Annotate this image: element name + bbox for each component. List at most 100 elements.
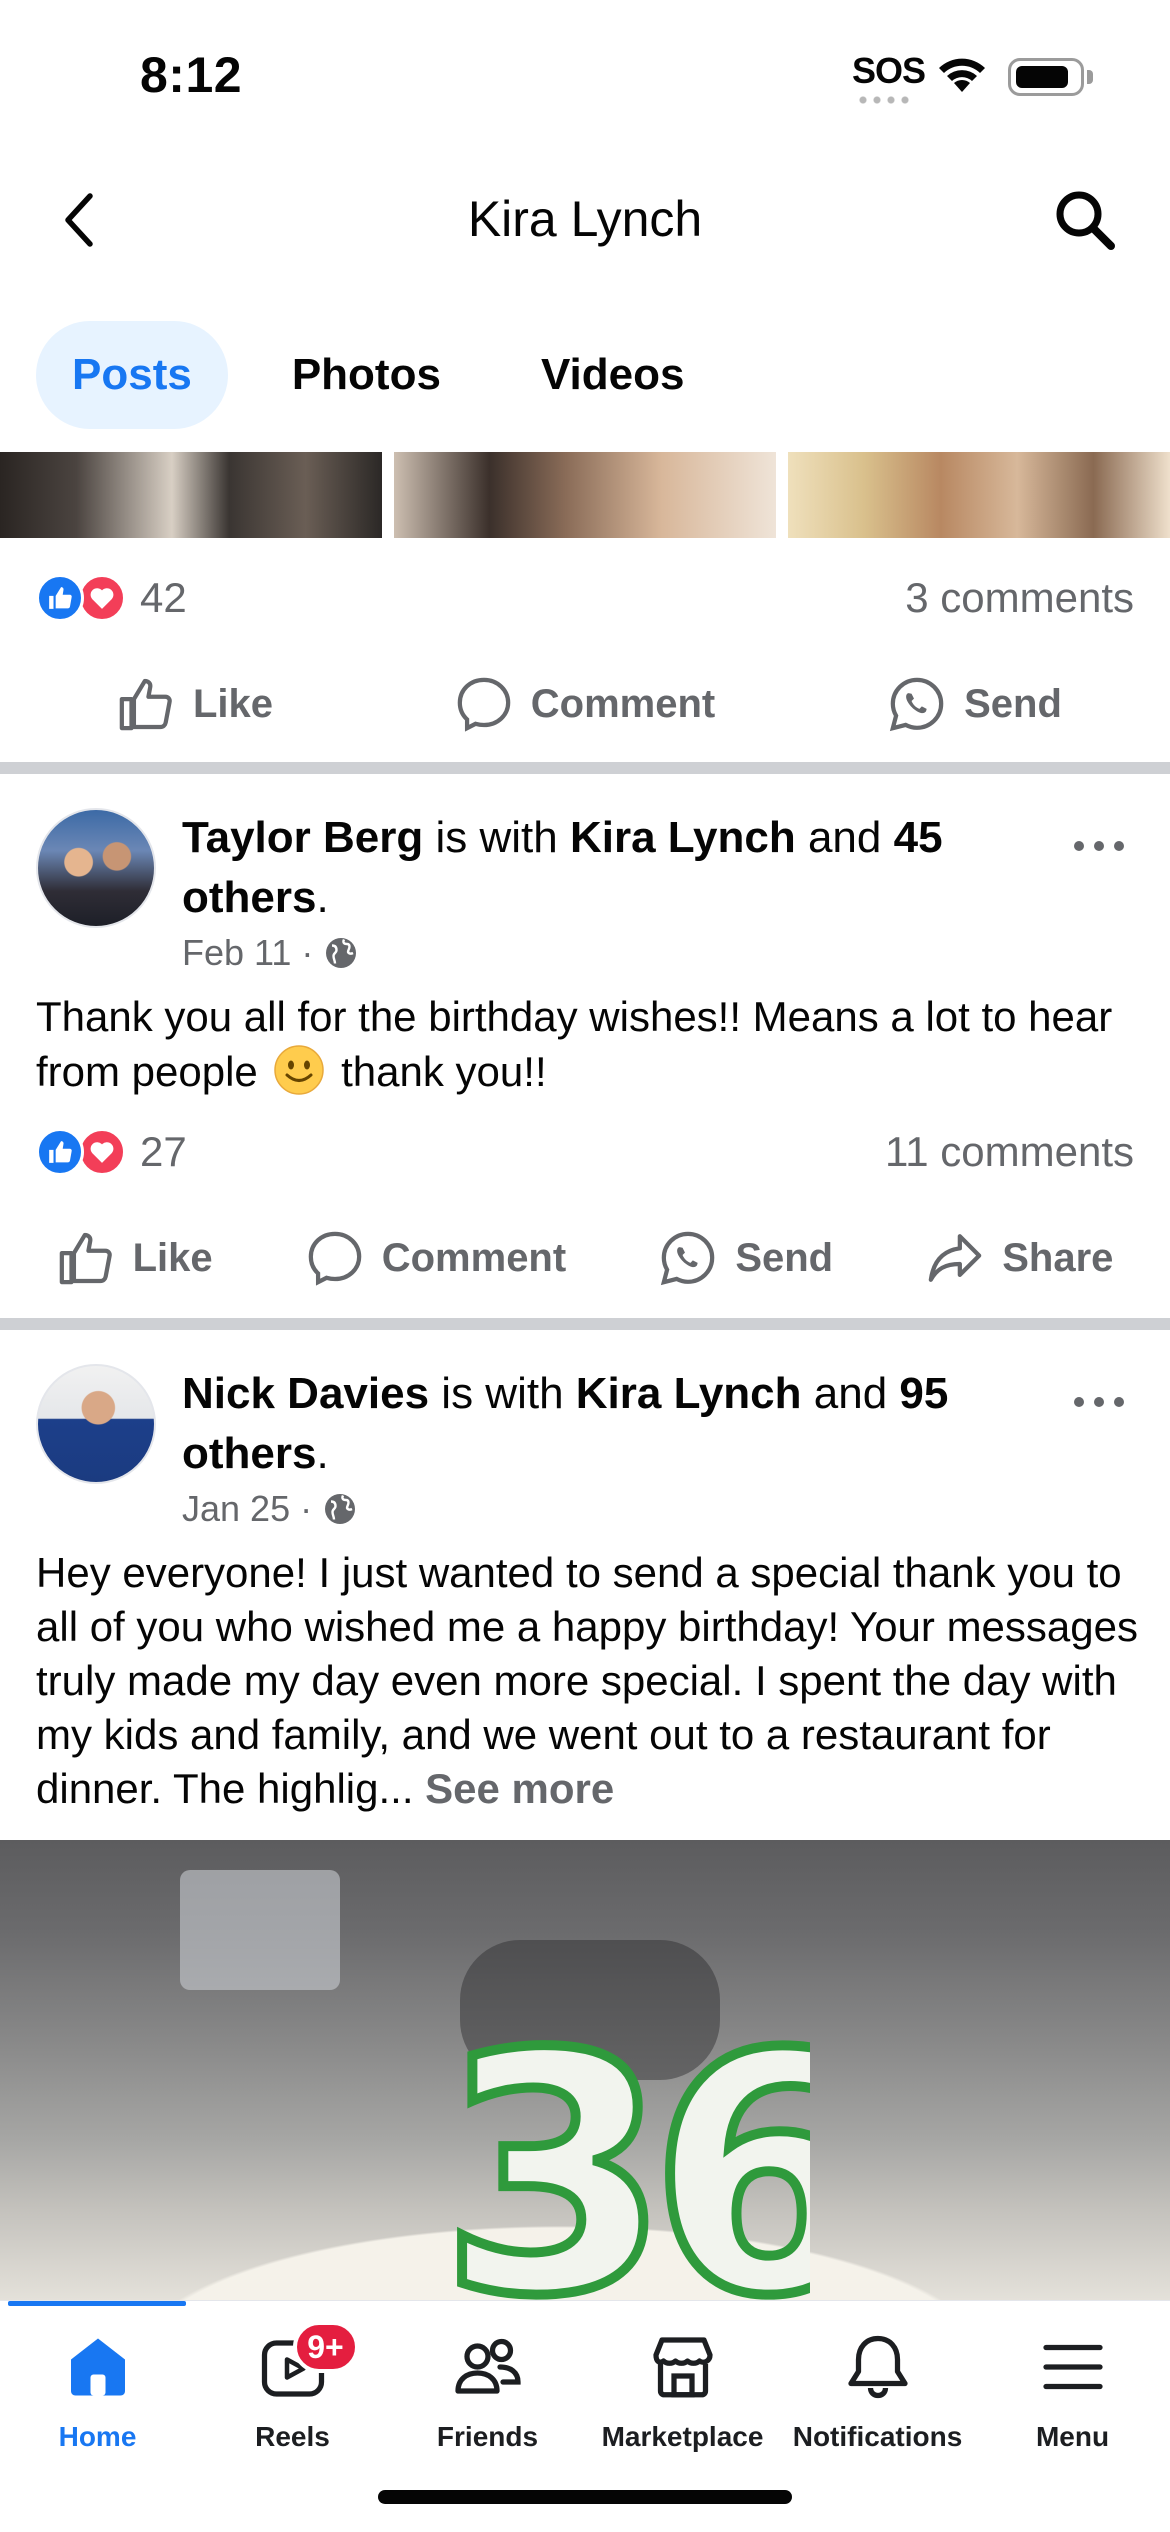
more-icon (1074, 1397, 1124, 1407)
globe-icon (325, 1494, 356, 1524)
love-reaction-icon (78, 1128, 126, 1176)
background-window (180, 1870, 340, 1990)
tab-posts[interactable]: Posts (36, 321, 228, 429)
post-photo[interactable] (788, 452, 1170, 538)
post-date[interactable]: Jan 25 (182, 1488, 290, 1530)
avatar[interactable] (36, 808, 156, 928)
with-text: is with (423, 813, 570, 862)
like-label: Like (192, 681, 274, 726)
and-text: and (801, 1369, 900, 1418)
home-indicator (378, 2490, 792, 2504)
comment-button[interactable]: Comment (390, 675, 780, 733)
post-stats: 27 11 comments (36, 1122, 1134, 1182)
post-date-row: Jan 25 · (182, 1488, 1062, 1530)
profile-tabs: Posts Photos Videos (36, 320, 748, 430)
post-actions: Like Comment Send (0, 654, 1170, 754)
separator-dot: · (301, 932, 314, 973)
post-meta: Taylor Berg is with Kira Lynch and 45 ot… (182, 808, 1062, 974)
like-reaction-icon (36, 574, 84, 622)
smiley-emoji-icon (274, 1045, 325, 1095)
tabbar-label: Home (58, 2421, 137, 2452)
comment-button[interactable]: Comment (306, 1229, 566, 1287)
post-photo[interactable] (394, 452, 776, 538)
tab-photos[interactable]: Photos (256, 321, 477, 429)
number-candles: 36 (435, 2010, 810, 2300)
notification-badge: 9+ (292, 2321, 359, 2373)
tabbar-notifications[interactable]: Notifications (780, 2327, 975, 2477)
tabbar-reels[interactable]: 9+ Reels (195, 2321, 390, 2477)
post-photo-strip (0, 452, 1170, 538)
signal-dots-icon (856, 96, 912, 104)
reactions-summary[interactable]: 42 (36, 574, 187, 622)
tabbar-label: Marketplace (601, 2421, 764, 2452)
tabbar-home[interactable]: Home (0, 2327, 195, 2477)
tabbar-menu[interactable]: Menu (975, 2327, 1170, 2477)
feed-divider (0, 762, 1170, 774)
avatar[interactable] (36, 1364, 156, 1484)
tabbar-marketplace[interactable]: Marketplace (585, 2327, 780, 2477)
send-label: Send (735, 1235, 834, 1280)
tabbar-label: Notifications (792, 2421, 963, 2452)
home-icon (70, 2338, 125, 2396)
love-reaction-icon (78, 574, 126, 622)
send-button[interactable]: Send (780, 675, 1170, 733)
whatsapp-icon (661, 1231, 715, 1286)
more-icon (1074, 841, 1124, 851)
tagged-name[interactable]: Kira Lynch (570, 813, 796, 862)
active-tab-indicator (8, 2301, 186, 2306)
reactions-summary[interactable]: 27 (36, 1128, 187, 1176)
profile-posts-screen: 8:12 SOS Kira Lynch Posts Photos Videos (0, 0, 1170, 2532)
comments-count[interactable]: 3 comments (905, 574, 1134, 622)
share-button[interactable]: Share (926, 1229, 1113, 1287)
tagged-name[interactable]: Kira Lynch (576, 1369, 802, 1418)
post-header: Nick Davies is with Kira Lynch and 95 ot… (36, 1364, 1134, 1534)
status-time: 8:12 (140, 47, 243, 103)
and-text: and (795, 813, 894, 862)
post-date-row: Feb 11 · (182, 932, 1062, 974)
see-more-link[interactable]: See more (425, 1765, 614, 1812)
like-reaction-icon (36, 1128, 84, 1176)
post-meta: Nick Davies is with Kira Lynch and 95 ot… (182, 1364, 1062, 1530)
post-stats: 42 3 comments (36, 568, 1134, 628)
post-author-line: Nick Davies is with Kira Lynch and 95 ot… (182, 1364, 1062, 1484)
post-photo[interactable] (0, 452, 382, 538)
comment-label: Comment (381, 1235, 567, 1280)
search-button[interactable] (1040, 180, 1130, 260)
like-button[interactable]: Like (57, 1229, 213, 1287)
sos-indicator: SOS (852, 50, 926, 91)
post-text-part: Thank you all for the birthday wishes!! … (36, 993, 1113, 1095)
reaction-count: 27 (140, 1128, 187, 1175)
candle-digits: 36 (440, 2010, 810, 2300)
post-author-line: Taylor Berg is with Kira Lynch and 45 ot… (182, 808, 1062, 928)
post-date[interactable]: Feb 11 (182, 932, 291, 974)
tabbar-friends[interactable]: Friends (390, 2327, 585, 2477)
whatsapp-icon (889, 677, 944, 732)
post-photo[interactable]: 36 (0, 1840, 1170, 2300)
comment-icon (308, 1231, 362, 1286)
author-name[interactable]: Nick Davies (182, 1369, 429, 1418)
tab-videos[interactable]: Videos (505, 321, 720, 429)
tabbar-label: Menu (1035, 2421, 1110, 2452)
send-button[interactable]: Send (659, 1229, 833, 1287)
post-header: Taylor Berg is with Kira Lynch and 45 ot… (36, 808, 1134, 978)
reaction-count: 42 (140, 574, 187, 621)
friends-icon (454, 2338, 521, 2394)
globe-icon (326, 938, 357, 968)
comments-count[interactable]: 11 comments (885, 1128, 1134, 1176)
like-label: Like (132, 1235, 213, 1280)
wifi-icon (939, 58, 985, 92)
tabbar-label: Reels (255, 2421, 330, 2452)
share-icon (928, 1234, 982, 1282)
like-button[interactable]: Like (0, 675, 390, 733)
period: . (316, 1429, 329, 1478)
author-name[interactable]: Taylor Berg (182, 813, 423, 862)
post-actions: Like Comment Send Share (0, 1208, 1170, 1308)
menu-icon (1042, 2344, 1103, 2390)
post-options-button[interactable] (1064, 826, 1134, 866)
tabbar-label: Friends (436, 2421, 539, 2452)
feed-divider (0, 1318, 1170, 1330)
post-options-button[interactable] (1064, 1382, 1134, 1422)
bell-icon (847, 2335, 908, 2399)
post-text: Hey everyone! I just wanted to send a sp… (36, 1546, 1146, 1816)
comment-icon (457, 677, 511, 732)
